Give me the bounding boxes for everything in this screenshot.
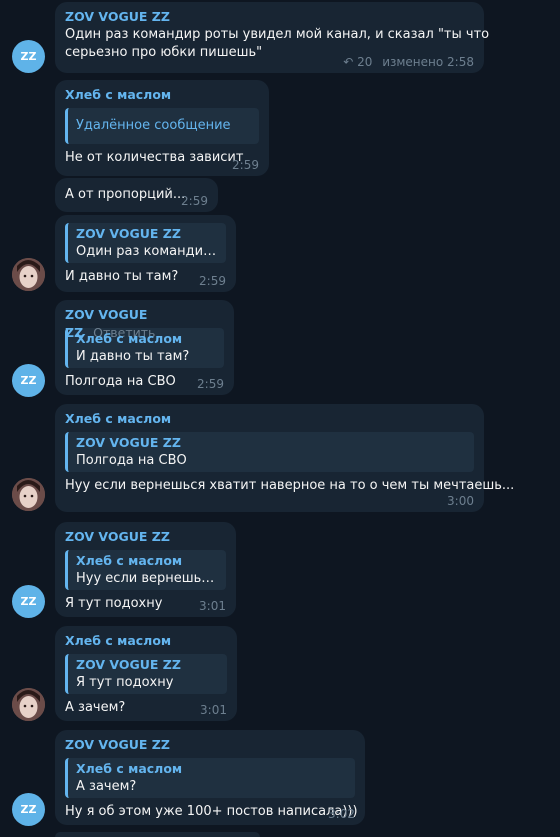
message-time: 3:00 (447, 494, 474, 508)
quote-text: Нуу если вернешься ... (76, 571, 220, 586)
sender-name[interactable]: Хлеб с маслом (65, 410, 474, 428)
message-bubble[interactable]: ZOV VOGUE ZZ Один раз командир р... И да… (55, 215, 236, 292)
avatar-initials: ZZ (20, 595, 37, 608)
message-bubble[interactable]: Хлеб с маслом ZOV VOGUE ZZ Я тут подохну… (55, 626, 237, 721)
message-time: 2:59 (199, 274, 226, 288)
sender-name[interactable]: ZOV VOGUE ZZ (65, 8, 474, 26)
message-text: Один раз командир роты увидел мой канал,… (65, 27, 490, 42)
message-bubble[interactable]: ZOV VOGUE ZZ Хлеб с маслом Нуу если верн… (55, 522, 236, 617)
message-bubble[interactable]: Хлеб с маслом ZOV VOGUE ZZ Полгода на СВ… (55, 404, 515, 512)
message-time: 2:59 (232, 158, 259, 172)
message-time: 2:59 (197, 377, 224, 391)
message-time: 3:01 (199, 599, 226, 613)
sender-name[interactable]: ZOV VOGUE ZZ (65, 528, 226, 546)
avatar[interactable]: ZZ (12, 793, 45, 826)
quote-sender: ZOV VOGUE ZZ (76, 657, 181, 672)
message-time: 2:58 (447, 55, 474, 69)
quote-text: И давно ты там? (76, 349, 190, 364)
quote-sender: Хлеб с маслом (76, 553, 183, 568)
quote-sender: ZOV VOGUE ZZ (76, 435, 181, 450)
message-text: Ну я об этом уже 100+ постов написала))) (65, 804, 358, 819)
reply-arrow-icon[interactable]: ↶ (343, 55, 353, 69)
quote-text: А зачем? (76, 779, 137, 794)
avatar[interactable] (12, 478, 45, 511)
message-bubble[interactable]: ZOV VOGUE ZZ Ответить Хлеб с маслом И дав… (55, 300, 234, 395)
avatar[interactable] (12, 258, 45, 291)
quote-sender: Хлеб с маслом (76, 761, 183, 776)
reply-quote[interactable]: Хлеб с маслом А зачем? (65, 758, 355, 798)
quote-sender: ZOV VOGUE ZZ (76, 226, 181, 241)
avatar-photo-icon (12, 688, 45, 721)
quote-text: Я тут подохну (76, 675, 174, 690)
message-bubble[interactable]: ZOV VOGUE ZZ Один раз командир роты увид… (55, 2, 490, 73)
quote-text: Удалённое сообщение (76, 118, 231, 133)
message-time: 3:02 (328, 807, 355, 821)
reply-quote[interactable]: Хлеб с маслом Нуу если вернешься ... (65, 550, 226, 590)
reply-quote[interactable]: Хлеб с маслом И давно ты там? (65, 328, 224, 368)
message-time: 3:01 (200, 703, 227, 717)
message-time: 2:59 (181, 194, 208, 208)
message-text: Не от количества зависит (65, 150, 244, 165)
message-meta: ↶ 20 изменено 2:58 (343, 55, 474, 69)
message-bubble[interactable]: А от пропорций... 2:59 (55, 178, 218, 212)
quote-text: Полгода на СВО (76, 453, 187, 468)
sender-name[interactable]: Хлеб с маслом (65, 632, 227, 650)
quote-text: Один раз командир р... (76, 244, 220, 259)
avatar-photo-icon (12, 258, 45, 291)
avatar-photo-icon (12, 478, 45, 511)
reply-quote[interactable]: Удалённое сообщение (65, 108, 259, 144)
avatar-initials: ZZ (20, 50, 37, 63)
reply-quote[interactable]: ZOV VOGUE ZZ Полгода на СВО (65, 432, 474, 472)
avatar[interactable]: ZZ (12, 585, 45, 618)
avatar[interactable]: ZZ (12, 364, 45, 397)
avatar-initials: ZZ (20, 803, 37, 816)
message-bubble[interactable]: Хлеб с маслом Удалённое сообщение Не от … (55, 80, 269, 176)
message-text: Нуу если вернешься хватит наверное на то… (65, 478, 515, 493)
reply-quote[interactable]: ZOV VOGUE ZZ Я тут подохну (65, 654, 227, 694)
sender-name[interactable]: ZOV VOGUE ZZ (65, 736, 355, 754)
replies-count[interactable]: 20 (357, 55, 372, 69)
edited-label: изменено (382, 55, 444, 69)
avatar[interactable] (12, 688, 45, 721)
message-bubble[interactable] (55, 832, 260, 837)
avatar-initials: ZZ (20, 374, 37, 387)
reply-quote[interactable]: ZOV VOGUE ZZ Один раз командир р... (65, 223, 226, 263)
quote-sender: Хлеб с маслом (76, 331, 183, 346)
sender-name[interactable]: Хлеб с маслом (65, 86, 259, 104)
message-bubble[interactable]: ZOV VOGUE ZZ Хлеб с маслом А зачем? Ну я… (55, 730, 365, 825)
avatar[interactable]: ZZ (12, 40, 45, 73)
sender-name[interactable]: ZOV VOGUE ZZ Ответить (65, 306, 224, 340)
